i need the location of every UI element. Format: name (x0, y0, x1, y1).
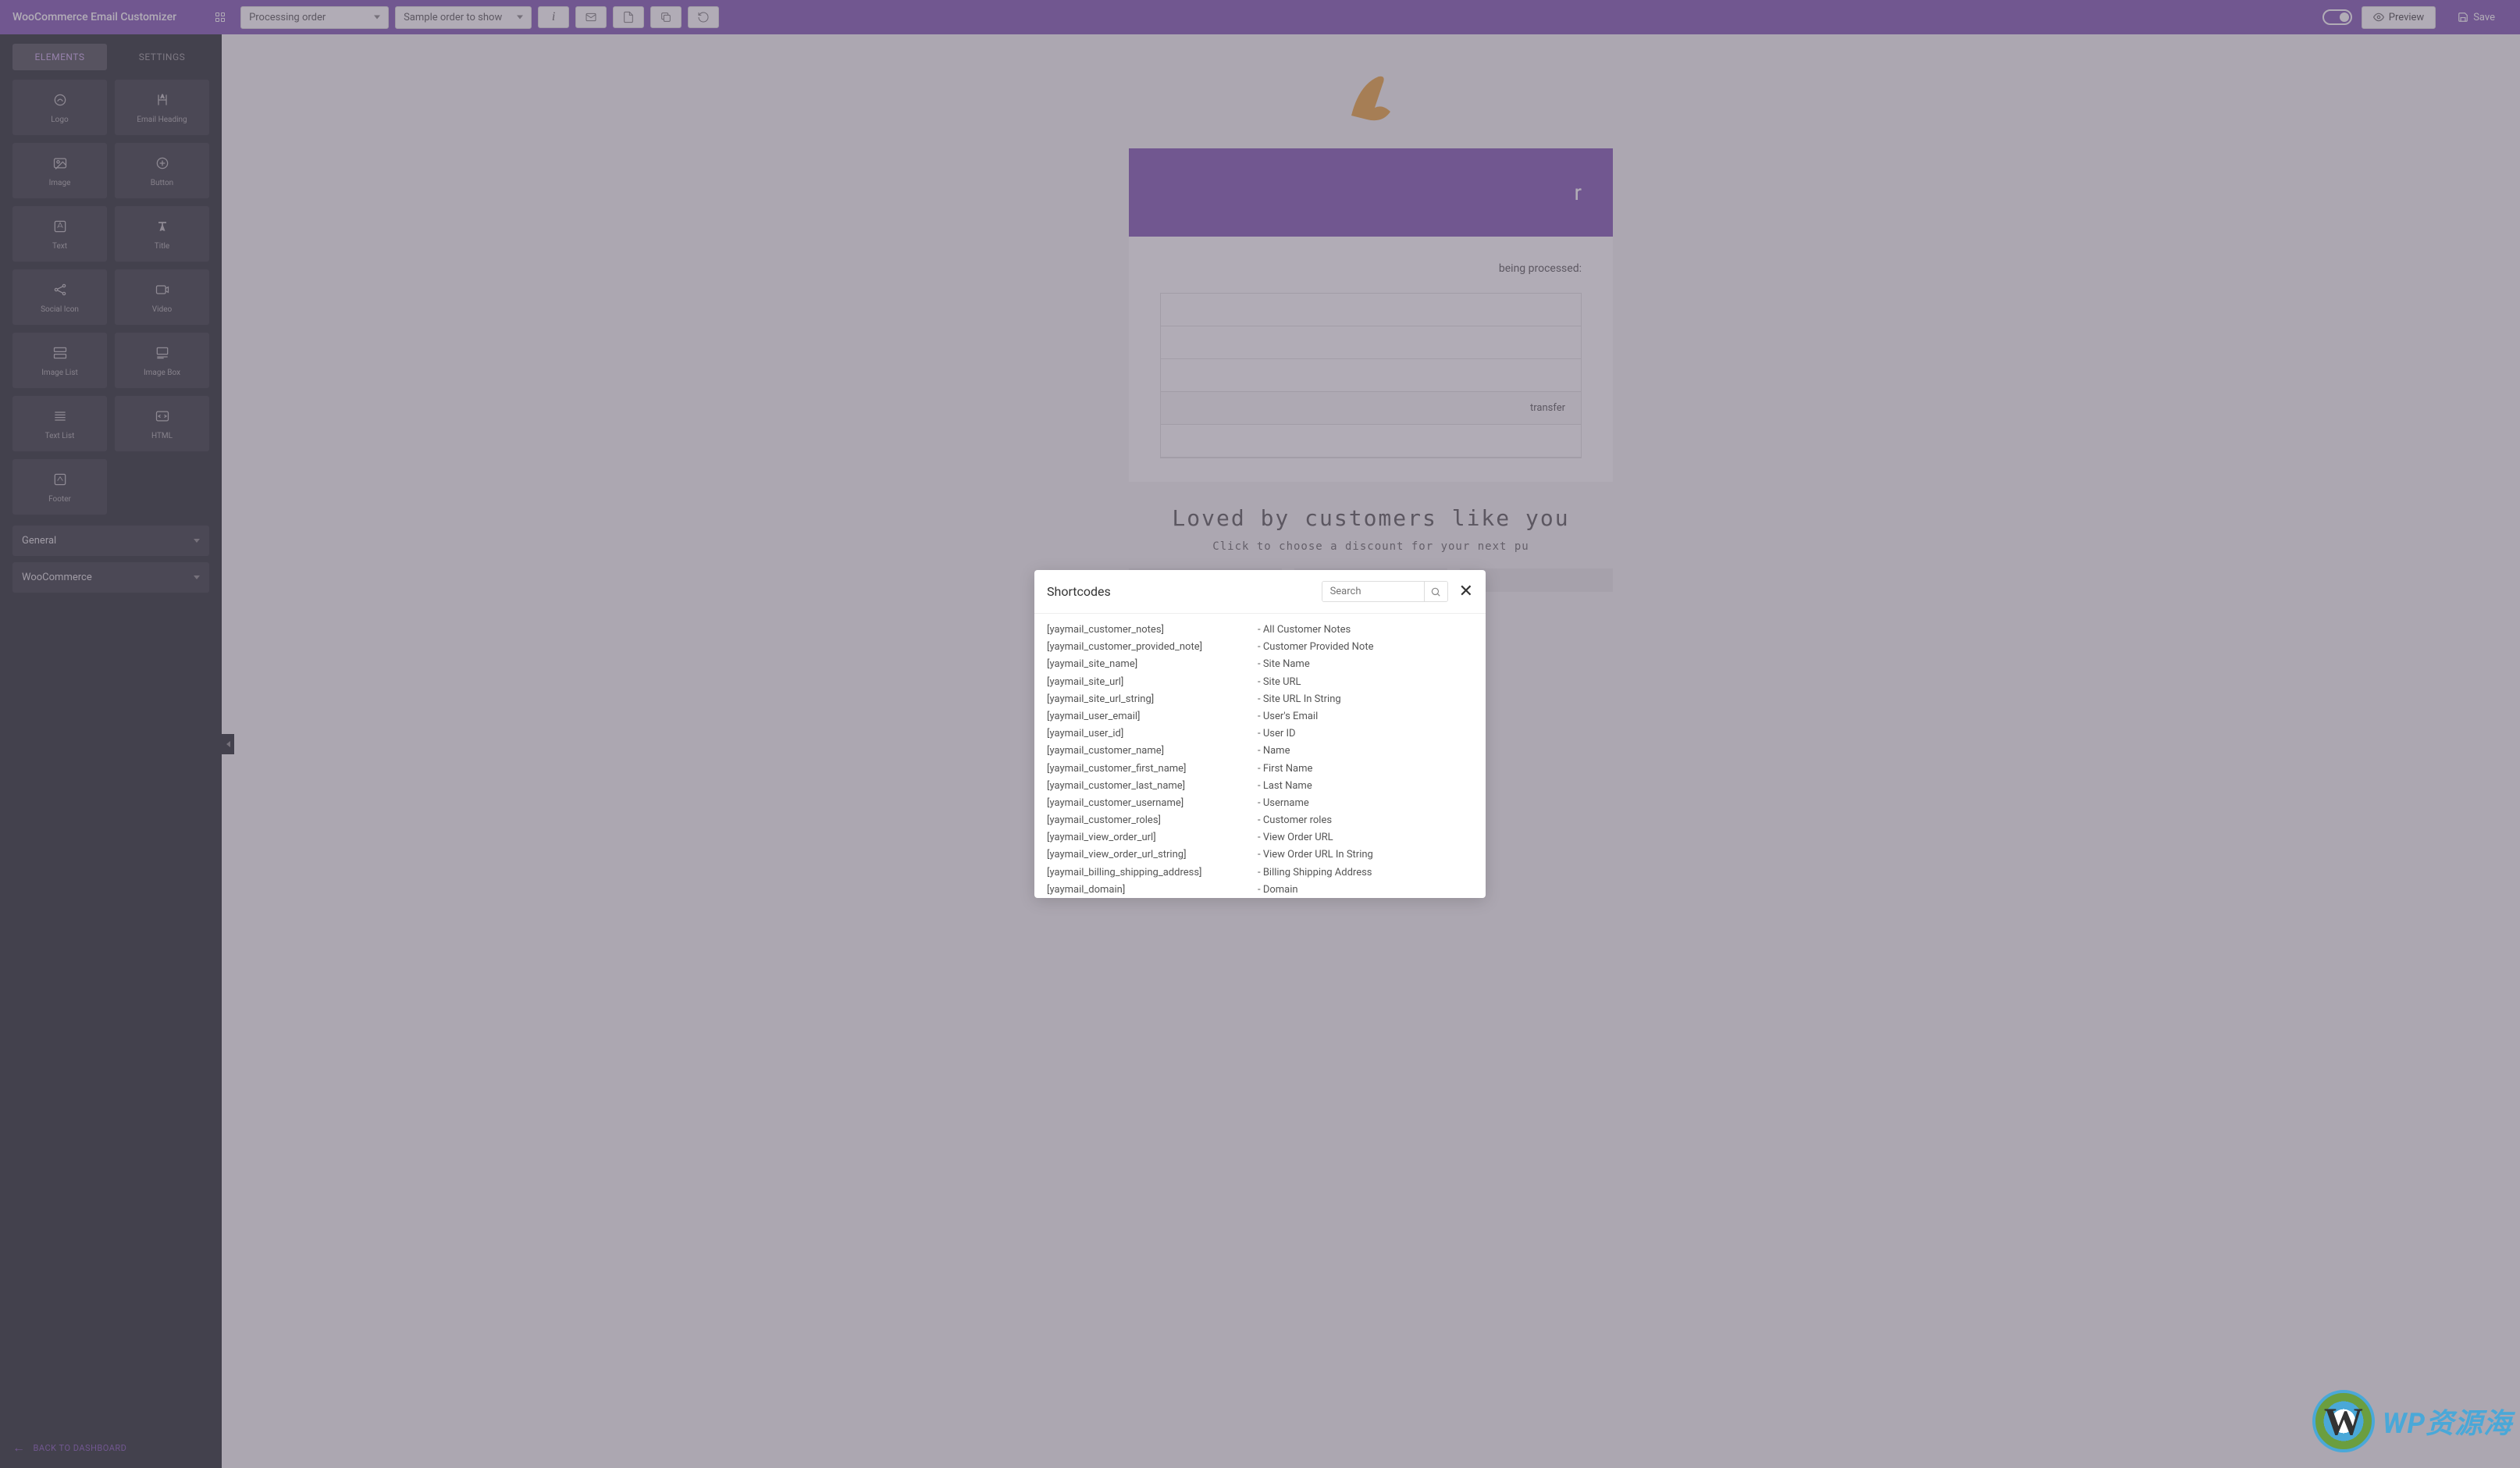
shortcode-row[interactable]: [yaymail_customer_username]- Username (1047, 795, 1473, 812)
watermark: W WP资源海 (2312, 1390, 2512, 1452)
modal-title: Shortcodes (1047, 584, 1322, 599)
shortcode-row[interactable]: [yaymail_view_order_url_string]- View Or… (1047, 846, 1473, 864)
shortcode-row[interactable]: [yaymail_site_url_string]- Site URL In S… (1047, 691, 1473, 708)
shortcode-row[interactable]: [yaymail_customer_last_name]- Last Name (1047, 778, 1473, 795)
shortcode-row[interactable]: [yaymail_user_id]- User ID (1047, 725, 1473, 743)
modal-overlay[interactable]: Shortcodes ✕ [yaymail_customer_notes]- A… (0, 0, 2520, 1468)
shortcode-row[interactable]: [yaymail_site_url]- Site URL (1047, 674, 1473, 691)
shortcode-row[interactable]: [yaymail_customer_name]- Name (1047, 743, 1473, 760)
shortcode-row[interactable]: [yaymail_user_email]- User's Email (1047, 708, 1473, 725)
shortcode-row[interactable]: [yaymail_domain]- Domain (1047, 882, 1473, 898)
shortcode-row[interactable]: [yaymail_billing_shipping_address]- Bill… (1047, 864, 1473, 882)
shortcode-row[interactable]: [yaymail_view_order_url]- View Order URL (1047, 829, 1473, 846)
modal-close-button[interactable]: ✕ (1459, 582, 1473, 601)
shortcode-row[interactable]: [yaymail_customer_roles]- Customer roles (1047, 812, 1473, 829)
shortcode-row[interactable]: [yaymail_customer_provided_note]- Custom… (1047, 639, 1473, 656)
shortcodes-modal: Shortcodes ✕ [yaymail_customer_notes]- A… (1034, 570, 1486, 898)
shortcode-search-input[interactable] (1322, 582, 1424, 601)
search-button[interactable] (1424, 582, 1447, 601)
shortcode-row[interactable]: [yaymail_site_name]- Site Name (1047, 656, 1473, 673)
shortcode-row[interactable]: [yaymail_customer_notes]- All Customer N… (1047, 622, 1473, 639)
shortcode-row[interactable]: [yaymail_customer_first_name]- First Nam… (1047, 761, 1473, 778)
